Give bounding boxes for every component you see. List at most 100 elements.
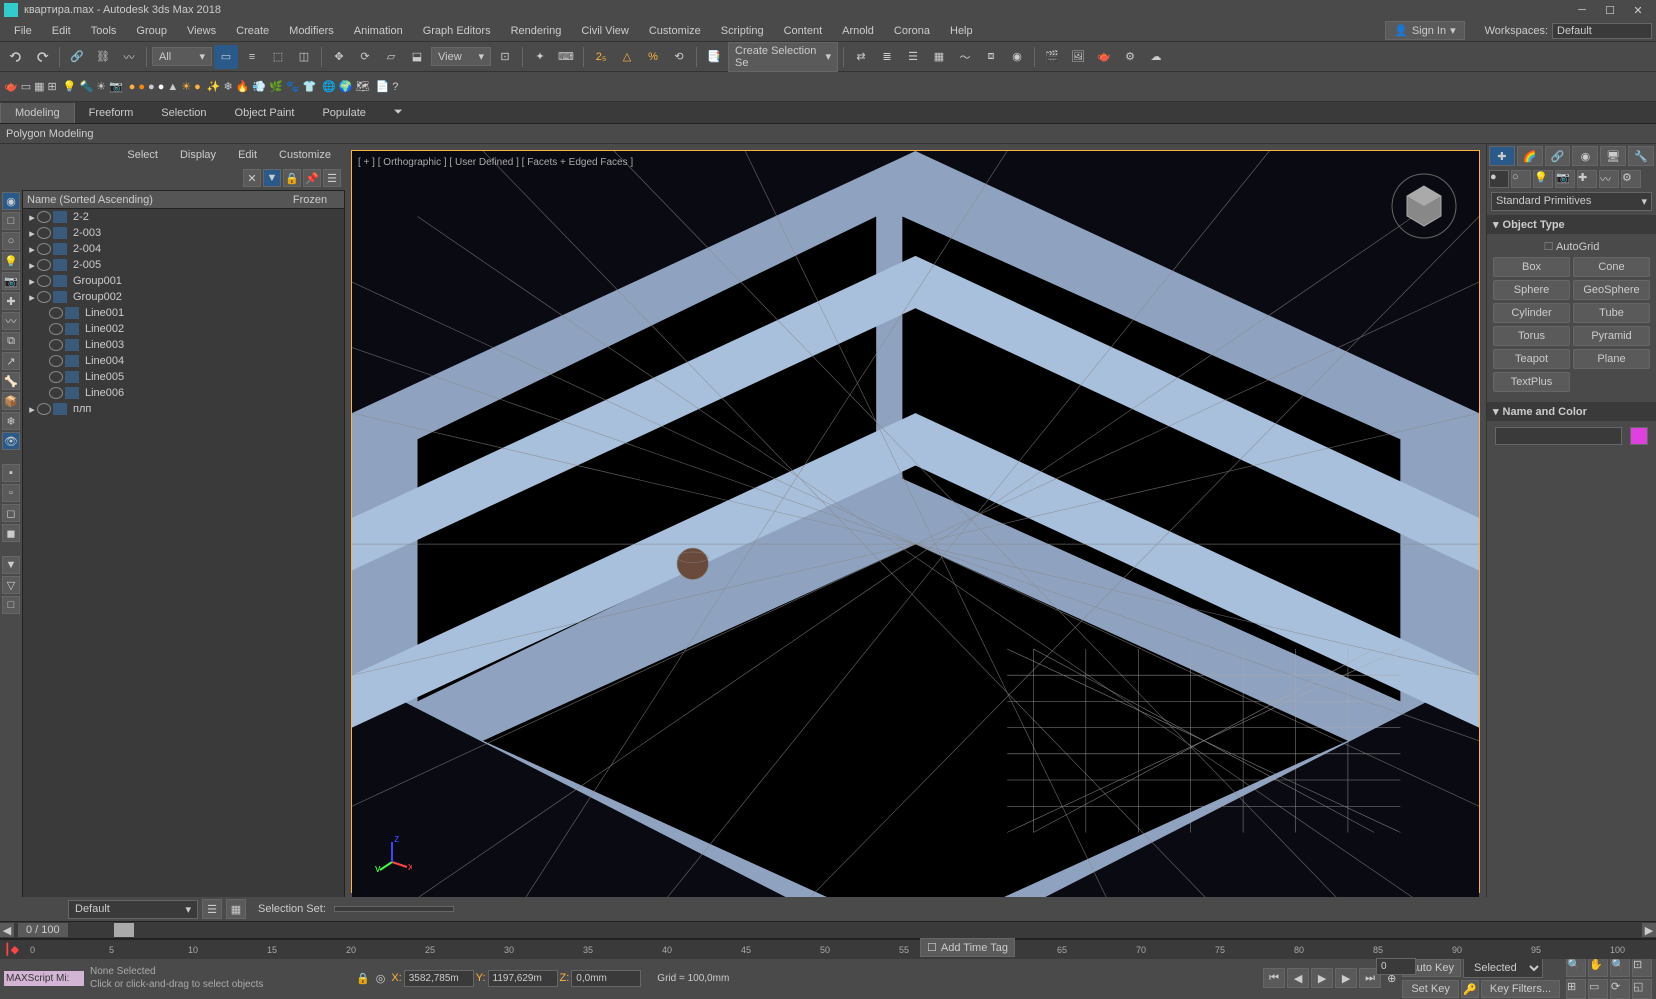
globe2-icon[interactable]: 🌍	[339, 80, 353, 93]
scene-item-2-003[interactable]: ▸2-003	[23, 225, 344, 241]
se-sort-2-icon[interactable]: ▽	[2, 576, 20, 594]
layer-btn1[interactable]: ☰	[202, 899, 222, 919]
particle3-icon[interactable]: 🔥	[236, 80, 250, 93]
menu-content[interactable]: Content	[774, 22, 833, 40]
menu-modifiers[interactable]: Modifiers	[279, 22, 344, 40]
cp-sub-geometry[interactable]: ●	[1489, 170, 1509, 188]
rotate-button[interactable]: ⟳	[353, 45, 377, 69]
particle2-icon[interactable]: ❄	[223, 80, 232, 93]
cp-sub-lights[interactable]: 💡	[1533, 170, 1553, 188]
freeze-icon[interactable]	[65, 339, 79, 351]
lock-selection-icon[interactable]: 🔒	[356, 972, 370, 985]
se-sort-1-icon[interactable]: ▼	[2, 556, 20, 574]
menu-arnold[interactable]: Arnold	[832, 22, 884, 40]
pivot-button[interactable]: ⊡	[493, 45, 517, 69]
teapot-icon[interactable]: 🫖	[4, 80, 18, 93]
fur-icon[interactable]: 🐾	[286, 80, 300, 93]
cp-sub-helpers[interactable]: ✚	[1577, 170, 1597, 188]
scene-item-Line003[interactable]: Line003	[23, 337, 344, 353]
selection-filter-dropdown[interactable]: All▾	[152, 47, 212, 66]
menu-file[interactable]: File	[4, 22, 42, 40]
align-button[interactable]: ≣	[875, 45, 899, 69]
angle-snap-button[interactable]: △	[615, 45, 639, 69]
visibility-icon[interactable]	[37, 259, 51, 271]
cp-tab-motion[interactable]: ◉	[1572, 146, 1598, 166]
se-filter-group-icon[interactable]: ⧉	[2, 332, 20, 350]
named-selection-button[interactable]: 📑	[702, 45, 726, 69]
nav-fov-icon[interactable]: ⊡	[1632, 957, 1652, 977]
se-filter-icon[interactable]: ▼	[263, 169, 281, 187]
se-lock-icon[interactable]: 🔒	[283, 169, 301, 187]
se-filter-hidden-icon[interactable]: 👁	[2, 432, 20, 450]
mirror-button[interactable]: ⇄	[849, 45, 873, 69]
next-frame-button[interactable]: ▶	[1335, 968, 1357, 988]
autogrid-checkbox[interactable]: ☐ AutoGrid	[1491, 238, 1652, 255]
script-icon[interactable]: 📄	[376, 80, 390, 93]
workspace-input[interactable]	[1552, 23, 1652, 39]
freeze-icon[interactable]	[53, 243, 67, 255]
se-filter-light-icon[interactable]: 💡	[2, 252, 20, 270]
scene-item-2-005[interactable]: ▸2-005	[23, 257, 344, 273]
redo-button[interactable]	[30, 45, 54, 69]
sphere-gray-icon[interactable]: ●	[148, 81, 155, 93]
se-filter-shape-icon[interactable]: ○	[2, 232, 20, 250]
freeze-icon[interactable]	[65, 323, 79, 335]
render-preset-button[interactable]: ⚙	[1118, 45, 1142, 69]
menu-views[interactable]: Views	[177, 22, 226, 40]
menu-rendering[interactable]: Rendering	[501, 22, 572, 40]
se-sort-3-icon[interactable]: □	[2, 596, 20, 614]
undo-button[interactable]	[4, 45, 28, 69]
se-filter-xref-icon[interactable]: ↗	[2, 352, 20, 370]
create-torus-button[interactable]: Torus	[1493, 326, 1570, 346]
curve-editor-button[interactable]: 〜	[953, 45, 977, 69]
move-button[interactable]: ✥	[327, 45, 351, 69]
cp-tab-display[interactable]: 🖥	[1600, 146, 1626, 166]
se-filter-frozen-icon[interactable]: ❄	[2, 412, 20, 430]
scene-item-Line001[interactable]: Line001	[23, 305, 344, 321]
cp-sub-spacewarps[interactable]: 〰	[1599, 170, 1619, 188]
ribbon-toggle[interactable]: ⏷	[380, 102, 417, 123]
ribbon-tab-populate[interactable]: Populate	[308, 103, 379, 123]
hair-icon[interactable]: 🌿	[269, 80, 283, 93]
prev-frame-button[interactable]: ◀	[1287, 968, 1309, 988]
current-frame-input[interactable]	[1376, 958, 1416, 975]
se-filter-container-icon[interactable]: 📦	[2, 392, 20, 410]
visibility-icon[interactable]	[49, 307, 63, 319]
trackbar-left-arrow[interactable]: ◀	[0, 923, 14, 937]
visibility-icon[interactable]	[49, 355, 63, 367]
box-icon[interactable]: ▦	[34, 80, 44, 93]
ref-coord-dropdown[interactable]: View▾	[431, 47, 491, 66]
visibility-icon[interactable]	[37, 291, 51, 303]
se-filter-all-icon[interactable]: ◉	[2, 192, 20, 210]
cp-tab-modify[interactable]: 🌈	[1517, 146, 1543, 166]
cp-sub-shapes[interactable]: ○	[1511, 170, 1531, 188]
visibility-icon[interactable]	[37, 275, 51, 287]
window-crossing-button[interactable]: ◫	[292, 45, 316, 69]
create-tube-button[interactable]: Tube	[1573, 303, 1650, 323]
menu-group[interactable]: Group	[126, 22, 177, 40]
se-pin-icon[interactable]: 📌	[303, 169, 321, 187]
material-editor-button[interactable]: ◉	[1005, 45, 1029, 69]
se-display-4-icon[interactable]: ◼	[2, 524, 20, 542]
create-cone-button[interactable]: Cone	[1573, 257, 1650, 277]
nav-max-icon[interactable]: ◱	[1632, 979, 1652, 999]
cp-category-dropdown[interactable]: Standard Primitives▾	[1491, 192, 1652, 211]
se-filter-space-icon[interactable]: 〰	[2, 312, 20, 330]
ribbon-tab-freeform[interactable]: Freeform	[75, 103, 148, 123]
se-list-header[interactable]: Name (Sorted Ascending) Frozen	[23, 191, 344, 209]
menu-create[interactable]: Create	[226, 22, 279, 40]
selection-set-dropdown[interactable]	[334, 906, 454, 912]
play-button[interactable]: ▶	[1311, 968, 1333, 988]
rollout-object-type[interactable]: ▾Object Type	[1487, 215, 1656, 234]
freeze-icon[interactable]	[53, 211, 67, 223]
menu-tools[interactable]: Tools	[81, 22, 127, 40]
freeze-icon[interactable]	[53, 275, 67, 287]
particle-icon[interactable]: ✨	[207, 80, 221, 93]
create-textplus-button[interactable]: TextPlus	[1493, 372, 1570, 392]
time-slider[interactable]	[74, 923, 1642, 937]
keyfilters-button[interactable]: Key Filters...	[1481, 980, 1560, 998]
object-color-swatch[interactable]	[1630, 427, 1648, 445]
setkey-button[interactable]: Set Key	[1402, 980, 1459, 998]
particle4-icon[interactable]: 💨	[252, 80, 266, 93]
sphere-yellow2-icon[interactable]: ●	[194, 81, 201, 93]
